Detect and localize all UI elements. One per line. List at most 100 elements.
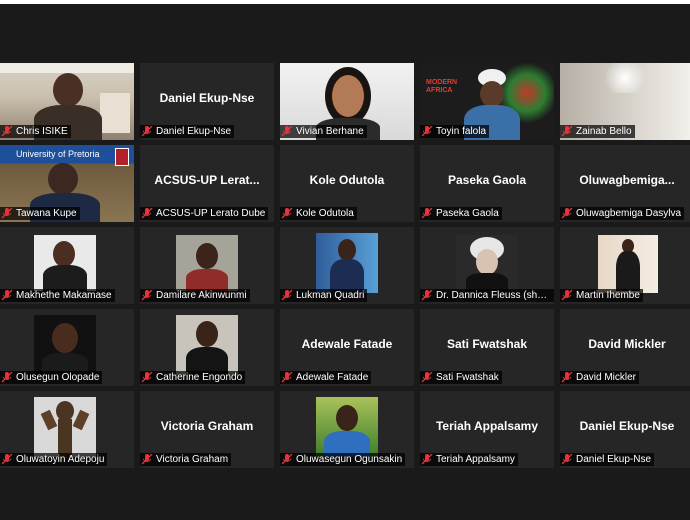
mic-muted-icon [561, 208, 573, 219]
participant-name-label: Catherine Engondo [140, 371, 246, 384]
participant-name-label: ACSUS-UP Lerato Dube [140, 207, 269, 220]
mic-muted-icon [281, 126, 293, 137]
participant-tile[interactable]: Oluwagbemiga... Oluwagbemiga Dasylva [560, 145, 690, 222]
participant-display-name: Victoria Graham [160, 419, 254, 433]
participant-tile[interactable]: ACSUS-UP Lerat... ACSUS-UP Lerato Dube [140, 145, 274, 222]
participant-tile[interactable]: Olusegun Olopade [0, 309, 134, 386]
participant-tile[interactable]: Teriah Appalsamy Teriah Appalsamy [420, 391, 554, 468]
participant-name-label: Zainab Bello [560, 125, 635, 138]
mic-muted-icon [1, 290, 13, 301]
participant-tile[interactable]: Dr. Dannica Fleuss (she/... [420, 227, 554, 304]
participant-photo [176, 235, 238, 291]
participant-tile[interactable]: Daniel Ekup-Nse Daniel Ekup-Nse [140, 63, 274, 140]
participant-name-label: Chris ISIKE [0, 125, 71, 138]
participant-display-name: Teriah Appalsamy [435, 419, 539, 433]
participant-name-label: Daniel Ekup-Nse [140, 125, 235, 138]
participant-name-label: Lukman Quadri [280, 289, 368, 302]
participant-tile[interactable]: University of Pretoria Tawana Kupe [0, 145, 134, 222]
gallery-view-grid: Chris ISIKE Daniel Ekup-Nse Daniel Ekup-… [0, 63, 690, 468]
university-banner: University of Pretoria [0, 145, 134, 163]
participant-name-label: Oluwagbemiga Dasylva [560, 207, 685, 220]
mic-muted-icon [141, 208, 153, 219]
participant-name-label: Oluwatoyin Adepoju [0, 453, 108, 466]
participant-tile[interactable]: MODERN AFRICA Toyin falola [420, 63, 554, 140]
mic-muted-icon [141, 126, 153, 137]
mic-muted-icon [561, 454, 573, 465]
participant-name-label: Teriah Appalsamy [420, 453, 518, 466]
participant-display-name: Adewale Fatade [301, 337, 393, 351]
mic-muted-icon [421, 454, 433, 465]
participant-name-label: Oluwasegun Ogunsakin [280, 453, 406, 466]
participant-photo [598, 235, 658, 293]
participant-display-name: Daniel Ekup-Nse [159, 91, 255, 105]
mic-muted-icon [561, 126, 573, 137]
participant-photo [34, 315, 96, 375]
university-crest-icon [115, 148, 129, 166]
mic-muted-icon [281, 454, 293, 465]
participant-tile[interactable]: Damilare Akinwunmi [140, 227, 274, 304]
mic-muted-icon [141, 372, 153, 383]
participant-tile[interactable]: Adewale Fatade Adewale Fatade [280, 309, 414, 386]
mic-muted-icon [1, 454, 13, 465]
participant-name-label: Vivian Berhane [280, 125, 367, 138]
mic-muted-icon [1, 126, 13, 137]
mic-muted-icon [421, 290, 433, 301]
participant-display-name: ACSUS-UP Lerat... [154, 173, 260, 187]
participant-name-label: Martin Ihembe [560, 289, 643, 302]
mic-muted-icon [281, 208, 293, 219]
participant-tile[interactable]: Lukman Quadri [280, 227, 414, 304]
participant-display-name: David Mickler [588, 337, 666, 351]
participant-display-name: Sati Fwatshak [446, 337, 528, 351]
participant-name-label: Sati Fwatshak [420, 371, 502, 384]
participant-tile[interactable]: Zainab Bello [560, 63, 690, 140]
participant-tile[interactable]: David Mickler David Mickler [560, 309, 690, 386]
participant-display-name: Kole Odutola [309, 173, 385, 187]
participant-display-name: Daniel Ekup-Nse [579, 419, 675, 433]
participant-photo [316, 397, 378, 457]
participant-name-label: Damilare Akinwunmi [140, 289, 250, 302]
participant-name-label: Victoria Graham [140, 453, 232, 466]
mic-muted-icon [561, 290, 573, 301]
mic-muted-icon [1, 372, 13, 383]
participant-tile[interactable]: Chris ISIKE [0, 63, 134, 140]
participant-name-label: Kole Odutola [280, 207, 357, 220]
participant-photo [34, 235, 96, 291]
participant-tile[interactable]: Kole Odutola Kole Odutola [280, 145, 414, 222]
mic-muted-icon [281, 290, 293, 301]
participant-photo [456, 235, 518, 291]
mic-muted-icon [141, 454, 153, 465]
mic-muted-icon [1, 208, 13, 219]
participant-name-label: Makhethe Makamase [0, 289, 115, 302]
participant-tile[interactable]: Victoria Graham Victoria Graham [140, 391, 274, 468]
participant-tile[interactable]: Makhethe Makamase [0, 227, 134, 304]
participant-name-label: Paseka Gaola [420, 207, 502, 220]
poster-title: MODERN AFRICA [426, 79, 458, 94]
mic-muted-icon [421, 126, 433, 137]
participant-tile[interactable]: Sati Fwatshak Sati Fwatshak [420, 309, 554, 386]
participant-name-label: Toyin falola [420, 125, 490, 138]
participant-photo [176, 315, 238, 375]
window-top-bar [0, 0, 690, 4]
participant-tile[interactable]: Oluwatoyin Adepoju [0, 391, 134, 468]
participant-display-name: Oluwagbemiga... [579, 173, 675, 187]
participant-tile[interactable]: Daniel Ekup-Nse Daniel Ekup-Nse [560, 391, 690, 468]
participant-name-label: Adewale Fatade [280, 371, 372, 384]
participant-tile[interactable]: Oluwasegun Ogunsakin [280, 391, 414, 468]
participant-tile[interactable]: Paseka Gaola Paseka Gaola [420, 145, 554, 222]
participant-photo [316, 233, 378, 293]
participant-name-label: David Mickler [560, 371, 640, 384]
participant-name-label: Tawana Kupe [0, 207, 80, 220]
participant-photo [34, 397, 96, 457]
mic-muted-icon [421, 208, 433, 219]
participant-name-label: Daniel Ekup-Nse [560, 453, 655, 466]
participant-name-label: Dr. Dannica Fleuss (she/... [420, 289, 554, 302]
participant-tile[interactable]: Catherine Engondo [140, 309, 274, 386]
participant-tile[interactable]: Martin Ihembe [560, 227, 690, 304]
mic-muted-icon [561, 372, 573, 383]
participant-display-name: Paseka Gaola [447, 173, 527, 187]
participant-tile[interactable]: Vivian Berhane [280, 63, 414, 140]
participant-name-label: Olusegun Olopade [0, 371, 103, 384]
mic-muted-icon [281, 372, 293, 383]
mic-muted-icon [421, 372, 433, 383]
mic-muted-icon [141, 290, 153, 301]
